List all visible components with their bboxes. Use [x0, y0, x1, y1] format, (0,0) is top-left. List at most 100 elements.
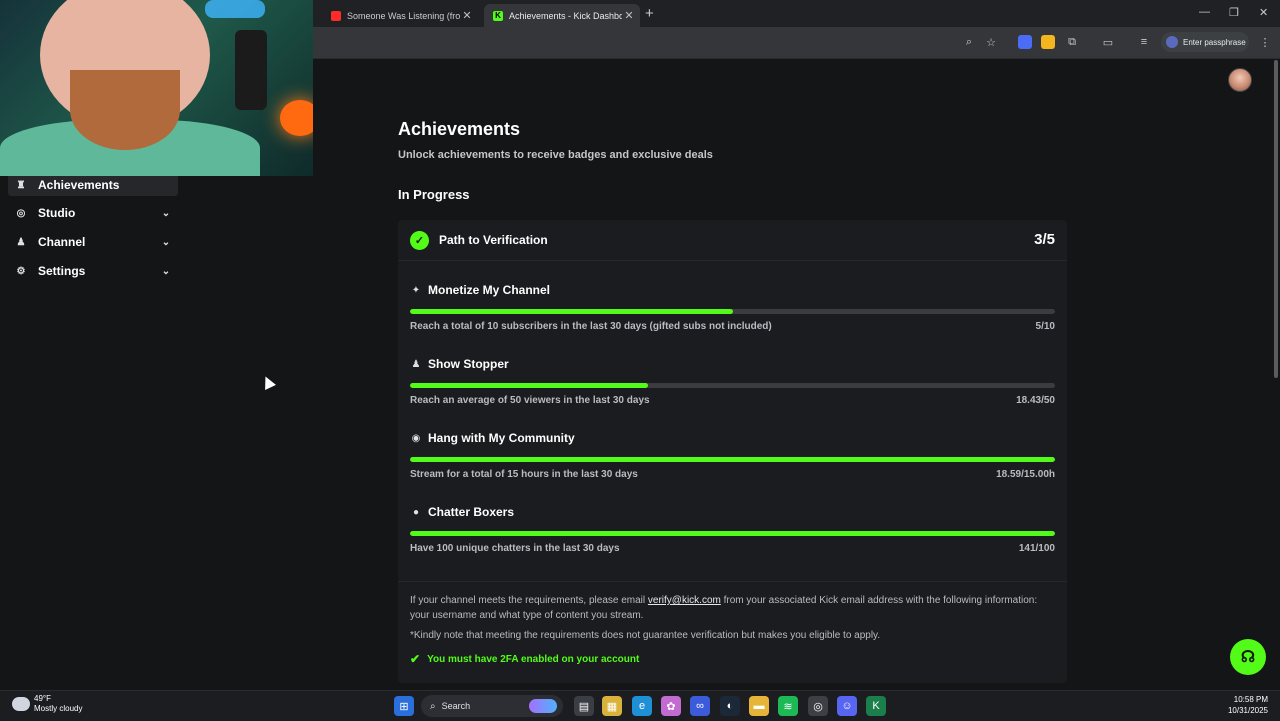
- webcam-overlay: [0, 0, 313, 176]
- youtube-icon: [331, 10, 341, 21]
- cloud-icon: [12, 697, 30, 711]
- achievement-value: 18.59/15.00h: [996, 469, 1055, 480]
- kick-app-icon[interactable]: K: [866, 696, 886, 716]
- close-icon[interactable]: ✕: [460, 9, 474, 22]
- mouse-cursor-icon: [260, 374, 276, 390]
- close-icon[interactable]: ✕: [622, 9, 636, 22]
- zoom-icon[interactable]: ⌕: [962, 35, 976, 49]
- browser-menu-icon[interactable]: ⋮: [1258, 35, 1272, 49]
- progress-track: [410, 531, 1055, 536]
- card-progress-count: 3/5: [1034, 231, 1055, 248]
- verification-disclaimer: *Kindly note that meeting the requiremen…: [410, 630, 881, 641]
- bookmark-star-icon[interactable]: ☆: [984, 35, 998, 49]
- browser-tab-youtube[interactable]: Someone Was Listening (from I ✕: [322, 4, 478, 27]
- requirement-text: You must have 2FA enabled on your accoun…: [427, 653, 640, 665]
- taskbar-search[interactable]: ⌕ Search: [421, 695, 563, 717]
- broadcast-icon: ◉: [411, 432, 421, 444]
- page-title: Achievements: [398, 119, 521, 139]
- taskbar-search-label: Search: [441, 701, 471, 711]
- achievement-value: 141/100: [1018, 543, 1055, 554]
- achievement-description: Reach an average of 50 viewers in the la…: [410, 395, 650, 406]
- sidebar-item-label: Channel: [38, 235, 86, 249]
- store-icon[interactable]: ▦: [602, 696, 622, 716]
- tab-title: Achievements - Kick Dashboard: [509, 10, 622, 21]
- verified-badge-icon: ✓: [410, 231, 429, 250]
- studio-icon: ◎: [16, 207, 26, 219]
- file-explorer-icon[interactable]: ▬: [749, 696, 769, 716]
- achievement-value: 5/10: [1035, 321, 1055, 332]
- streamer-beard: [70, 70, 180, 150]
- chat-bubble-icon: ●: [412, 506, 420, 518]
- extensions-puzzle-icon[interactable]: ⧉: [1065, 35, 1079, 49]
- kick-logo-icon: K: [493, 10, 503, 21]
- microphone: [235, 30, 267, 110]
- sidebar-item-settings[interactable]: ⚙ Settings ⌄: [8, 260, 178, 282]
- meta-icon[interactable]: ∞: [690, 696, 710, 716]
- page-subtitle: Unlock achievements to receive badges an…: [398, 149, 713, 161]
- checkmark-icon: ✔: [410, 652, 421, 666]
- chrome-icon[interactable]: ◎: [808, 696, 828, 716]
- weather-widget[interactable]: 49°F Mostly cloudy: [12, 694, 82, 714]
- sidebar-item-label: Settings: [38, 264, 86, 278]
- edge-icon[interactable]: e: [632, 696, 652, 716]
- profile-button[interactable]: Enter passphrase: [1161, 32, 1249, 52]
- channel-icon: ♟: [16, 236, 26, 248]
- progress-track: [410, 457, 1055, 462]
- card-divider: [398, 581, 1067, 582]
- achievement-item: ● Chatter Boxers Have 100 unique chatter…: [410, 504, 1055, 554]
- browser-tab-kick[interactable]: K Achievements - Kick Dashboard ✕: [484, 4, 640, 27]
- tab-search-icon[interactable]: ▭: [1101, 35, 1115, 49]
- achievement-description: Reach a total of 10 subscribers in the l…: [410, 321, 772, 332]
- headset-icon: ☊: [1240, 649, 1256, 666]
- neon-sign: [205, 0, 265, 18]
- search-icon: ⌕: [430, 700, 436, 712]
- spotify-icon[interactable]: ≋: [778, 696, 798, 716]
- task-view-icon[interactable]: ▤: [574, 696, 594, 716]
- sidebar-item-achievements[interactable]: ♜ Achievements: [8, 174, 178, 196]
- sidebar-item-channel[interactable]: ♟ Channel ⌄: [8, 231, 178, 253]
- requirement-2fa: ✔ You must have 2FA enabled on your acco…: [410, 652, 639, 666]
- achievement-item: ♟ Show Stopper Reach an average of 50 vi…: [410, 356, 1055, 406]
- sidebar-item-label: Achievements: [38, 178, 120, 192]
- progress-fill: [410, 309, 733, 314]
- achievement-description: Stream for a total of 15 hours in the la…: [410, 469, 638, 480]
- extension-shield-icon[interactable]: [1041, 35, 1055, 49]
- verification-card: ✓ Path to Verification 3/5 ✦ Monetize My…: [398, 220, 1067, 683]
- verify-email-link[interactable]: verify@kick.com: [648, 595, 721, 606]
- card-header: ✓ Path to Verification 3/5: [398, 220, 1067, 261]
- copilot-icon[interactable]: ✿: [661, 696, 681, 716]
- restore-icon[interactable]: ❐: [1229, 6, 1239, 19]
- chevron-down-icon[interactable]: ⌄: [160, 208, 172, 219]
- progress-fill: [410, 531, 1055, 536]
- taskbar-clock[interactable]: 10:58 PM 10/31/2025: [1228, 694, 1268, 716]
- media-controls-icon[interactable]: ≡: [1137, 35, 1151, 49]
- achievement-item: ◉ Hang with My Community Stream for a to…: [410, 430, 1055, 480]
- copilot-highlight-icon: [529, 699, 557, 713]
- card-title: Path to Verification: [439, 233, 548, 247]
- support-chat-button[interactable]: ☊: [1230, 639, 1266, 675]
- trophy-icon: ♜: [16, 179, 26, 191]
- extension-bitwarden-icon[interactable]: [1018, 35, 1032, 49]
- discord-icon[interactable]: ☺: [837, 696, 857, 716]
- clock-date: 10/31/2025: [1227, 706, 1268, 715]
- steam-icon[interactable]: ◐: [720, 696, 740, 716]
- achievement-name: Show Stopper: [428, 357, 509, 371]
- user-avatar[interactable]: [1228, 68, 1252, 92]
- chevron-down-icon[interactable]: ⌄: [160, 237, 172, 248]
- progress-fill: [410, 457, 1055, 462]
- new-tab-button[interactable]: +: [645, 5, 654, 22]
- windows-taskbar: 49°F Mostly cloudy ⊞ ⌕ Search ▤ ▦ e ✿ ∞ …: [0, 690, 1280, 721]
- windows-start-icon[interactable]: ⊞: [394, 696, 414, 716]
- weather-condition: Mostly cloudy: [34, 704, 83, 713]
- page-scrollbar[interactable]: [1274, 60, 1278, 378]
- profile-avatar-icon: [1166, 36, 1178, 48]
- progress-track: [410, 383, 1055, 388]
- close-window-icon[interactable]: ✕: [1259, 6, 1268, 19]
- minimize-icon[interactable]: —: [1199, 6, 1210, 18]
- weather-temperature: 49°F: [34, 694, 51, 703]
- note-text: If your channel meets the requirements, …: [410, 595, 648, 606]
- sidebar-item-studio[interactable]: ◎ Studio ⌄: [8, 202, 178, 224]
- sparkle-icon: ✦: [411, 284, 421, 296]
- progress-fill: [410, 383, 648, 388]
- chevron-down-icon[interactable]: ⌄: [160, 266, 172, 277]
